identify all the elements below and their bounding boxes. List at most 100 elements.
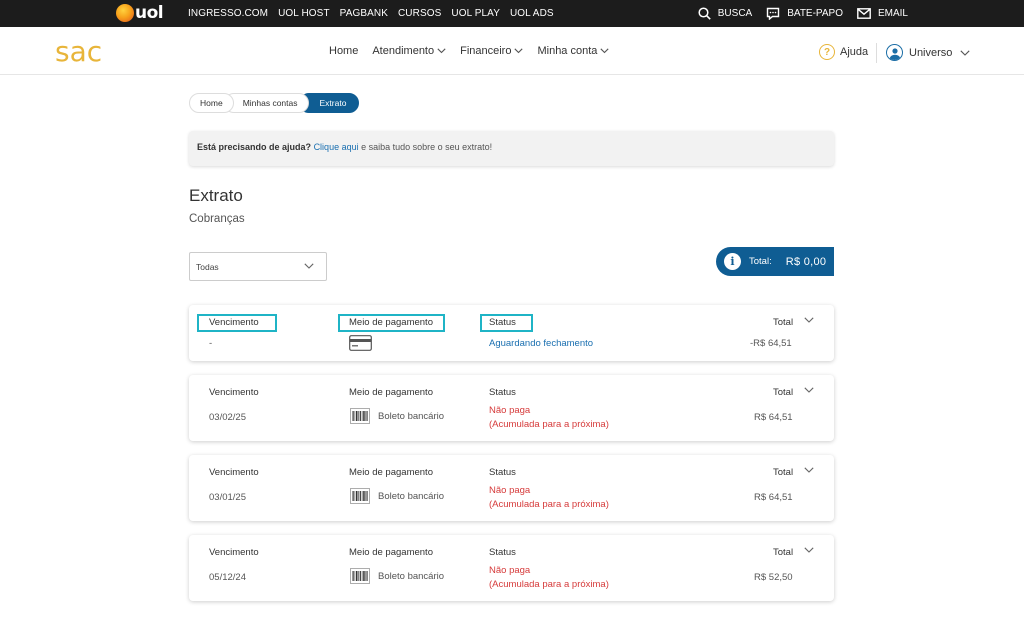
- nav-financeiro-label: Financeiro: [460, 45, 512, 57]
- col-vencimento: Vencimento: [209, 387, 259, 398]
- chevron-down-icon[interactable]: [804, 387, 814, 393]
- nav-home-label: Home: [329, 45, 359, 57]
- status-line-1: Não paga: [489, 485, 531, 496]
- vencimento-value: 03/02/25: [209, 412, 246, 423]
- banner-question: Está precisando de ajuda?: [197, 142, 312, 152]
- col-total: Total: [773, 387, 794, 398]
- col-status: Status: [489, 317, 516, 328]
- bate-papo-link[interactable]: BATE-PAPO: [766, 7, 843, 20]
- search-icon: [698, 7, 711, 20]
- top-link-cursos[interactable]: CURSOS: [398, 8, 441, 19]
- barcode-icon: [350, 568, 370, 584]
- barcode-icon: [350, 488, 370, 504]
- col-status: Status: [489, 387, 516, 398]
- email-link[interactable]: EMAIL: [857, 8, 908, 19]
- chevron-down-icon: [514, 48, 524, 54]
- barcode-icon: [350, 408, 370, 424]
- payment-method: Boleto bancário: [350, 488, 444, 504]
- top-link-uol-play[interactable]: UOL PLAY: [451, 8, 500, 19]
- sac-logo[interactable]: sac: [55, 35, 102, 68]
- help-label: Ajuda: [840, 46, 869, 58]
- banner-link[interactable]: Clique aqui: [314, 142, 359, 152]
- nav-minha-conta[interactable]: Minha conta: [537, 45, 609, 57]
- chat-icon: [767, 7, 780, 20]
- chevron-down-icon: [304, 263, 314, 269]
- nav-home[interactable]: Home: [329, 45, 358, 57]
- payment-method-label: Boleto bancário: [378, 410, 445, 422]
- filter-select[interactable]: Todas: [189, 252, 327, 281]
- top-link-uol-host[interactable]: UOL HOST: [278, 8, 330, 19]
- payment-method: Boleto bancário: [350, 568, 444, 584]
- col-vencimento: Vencimento: [209, 547, 259, 558]
- col-total: Total: [773, 467, 794, 478]
- total-label: Total:: [749, 256, 772, 267]
- user-menu[interactable]: Universo: [886, 44, 970, 61]
- uol-logo[interactable]: uol: [116, 3, 164, 23]
- chevron-down-icon[interactable]: [804, 547, 814, 553]
- nav-atendimento-label: Atendimento: [372, 45, 435, 57]
- total-value-row: R$ 52,50: [754, 572, 793, 583]
- chevron-down-icon: [960, 49, 970, 56]
- chevron-down-icon: [600, 48, 609, 54]
- uol-ball-icon: [116, 4, 134, 22]
- total-value-row: R$ 64,51: [754, 412, 793, 423]
- vencimento-value: 03/01/25: [209, 492, 246, 503]
- credit-card-icon: [349, 335, 372, 351]
- status-value: Aguardando fechamento: [489, 338, 594, 349]
- help-link[interactable]: ? Ajuda: [819, 44, 868, 60]
- status-value: Não paga (Acumulada para a próxima): [489, 404, 609, 432]
- top-link-uol-ads[interactable]: UOL ADS: [510, 8, 554, 19]
- top-link-pagbank[interactable]: PAGBANK: [340, 8, 388, 19]
- total-badge: i Total: R$ 0,00: [716, 247, 834, 276]
- col-meio-pagamento: Meio de pagamento: [349, 467, 433, 478]
- nav-financeiro[interactable]: Financeiro: [460, 45, 524, 57]
- header-divider: [876, 43, 877, 63]
- total-value-row: -R$ 64,51: [750, 338, 792, 349]
- col-status: Status: [489, 467, 516, 478]
- bate-papo-label: BATE-PAPO: [787, 8, 843, 19]
- chevron-down-icon: [437, 48, 446, 54]
- status-line-1: Não paga: [489, 405, 531, 416]
- total-value: R$ 0,00: [785, 255, 827, 268]
- payment-method-label: Boleto bancário: [378, 490, 445, 502]
- status-value: Não paga (Acumulada para a próxima): [489, 484, 609, 512]
- top-link-ingresso[interactable]: INGRESSO.COM: [188, 8, 268, 19]
- user-name: Universo: [909, 46, 953, 59]
- payment-method-label: Boleto bancário: [378, 570, 445, 582]
- status-line-2: (Acumulada para a próxima): [489, 579, 609, 590]
- col-meio-pagamento: Meio de pagamento: [349, 547, 433, 558]
- billing-card[interactable]: Vencimento Meio de pagamento Status Tota…: [189, 305, 834, 361]
- main-header: sac Home Atendimento Financeiro Minha co…: [0, 27, 1024, 75]
- col-status: Status: [489, 547, 516, 558]
- chevron-down-icon[interactable]: [804, 317, 814, 323]
- busca-link[interactable]: BUSCA: [698, 7, 752, 20]
- vencimento-value: 05/12/24: [209, 572, 246, 583]
- total-value-row: R$ 64,51: [754, 492, 793, 503]
- top-bar: uol INGRESSO.COM UOL HOST PAGBANK CURSOS…: [0, 0, 1024, 27]
- avatar-icon: [886, 44, 903, 61]
- status-line-1: Não paga: [489, 565, 531, 576]
- col-vencimento: Vencimento: [209, 317, 259, 328]
- billing-card[interactable]: Vencimento Meio de pagamento Status Tota…: [189, 375, 834, 441]
- uol-logo-text: uol: [135, 3, 164, 23]
- mail-icon: [857, 8, 871, 19]
- top-links: INGRESSO.COM UOL HOST PAGBANK CURSOS UOL…: [188, 0, 564, 27]
- billing-card[interactable]: Vencimento Meio de pagamento Status Tota…: [189, 455, 834, 521]
- vencimento-value: -: [209, 338, 213, 349]
- page-title: Extrato: [189, 186, 243, 205]
- breadcrumb-minhas-contas[interactable]: Minhas contas: [223, 93, 309, 113]
- nav-atendimento[interactable]: Atendimento: [372, 45, 446, 57]
- chevron-down-icon[interactable]: [804, 467, 814, 473]
- status-line-2: (Acumulada para a próxima): [489, 419, 609, 430]
- status-line-2: (Acumulada para a próxima): [489, 499, 609, 510]
- info-icon[interactable]: i: [724, 253, 741, 270]
- nav-minha-conta-label: Minha conta: [537, 45, 598, 57]
- col-meio-pagamento: Meio de pagamento: [349, 317, 433, 328]
- breadcrumb: Home Minhas contas Extrato: [189, 93, 360, 113]
- billing-card[interactable]: Vencimento Meio de pagamento Status Tota…: [189, 535, 834, 601]
- banner-rest: e saiba tudo sobre o seu extrato!: [358, 142, 493, 152]
- col-vencimento: Vencimento: [209, 467, 259, 478]
- col-meio-pagamento: Meio de pagamento: [349, 387, 433, 398]
- col-total: Total: [773, 317, 794, 328]
- breadcrumb-home[interactable]: Home: [189, 93, 234, 113]
